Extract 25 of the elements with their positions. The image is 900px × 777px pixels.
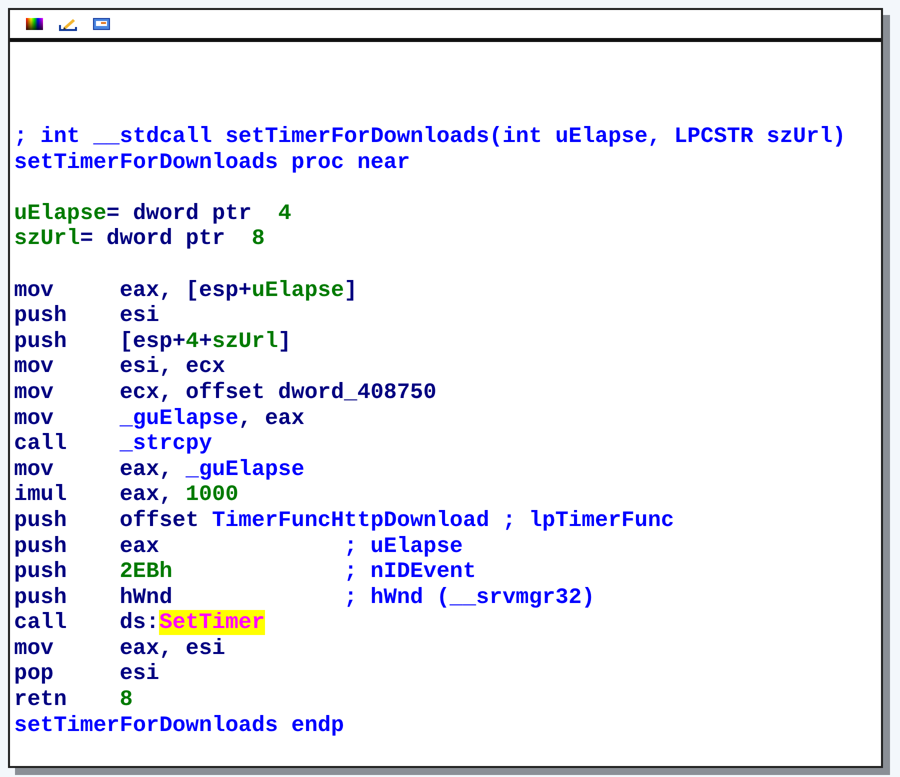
code-line: szUrl= dword ptr 8 — [14, 226, 265, 252]
window-icon[interactable] — [93, 18, 110, 30]
code-line: retn 8 — [14, 687, 133, 713]
code-line: mov eax, _guElapse — [14, 456, 304, 482]
color-gradient-icon[interactable] — [26, 18, 43, 30]
code-line: push esi — [14, 303, 160, 329]
code-line: push 2EBh ; nIDEvent — [14, 559, 476, 585]
code-line: imul eax, 1000 — [14, 482, 238, 508]
code-line: mov _guElapse, eax — [14, 406, 304, 432]
code-line: push offset TimerFuncHttpDownload ; lpTimerFunc — [14, 508, 674, 534]
code-line: setTimerForDownloads proc near — [14, 150, 410, 176]
code-line: call ds:SetTimer — [14, 610, 265, 636]
code-line: mov esi, ecx — [14, 354, 226, 380]
code-line: uElapse= dword ptr 4 — [14, 200, 292, 226]
code-line: mov eax, [esp+uElapse] — [14, 278, 358, 304]
code-line: push eax ; uElapse — [14, 534, 463, 560]
code-line: push [esp+4+szUrl] — [14, 328, 292, 354]
code-line: push hWnd ; hWnd (__srvmgr32) — [14, 584, 595, 610]
code-line: mov ecx, offset dword_408750 — [14, 380, 436, 406]
pencil-graph-icon[interactable] — [59, 18, 77, 30]
code-line: pop esi — [14, 661, 160, 688]
code-line: mov eax, esi — [14, 636, 226, 662]
code-line: setTimerForDownloads endp — [14, 712, 344, 738]
code-line: ; int __stdcall setTimerForDownloads(int uElapse, LPCSTR szUrl) — [14, 124, 846, 150]
code-line: call _strcpy — [14, 431, 212, 457]
